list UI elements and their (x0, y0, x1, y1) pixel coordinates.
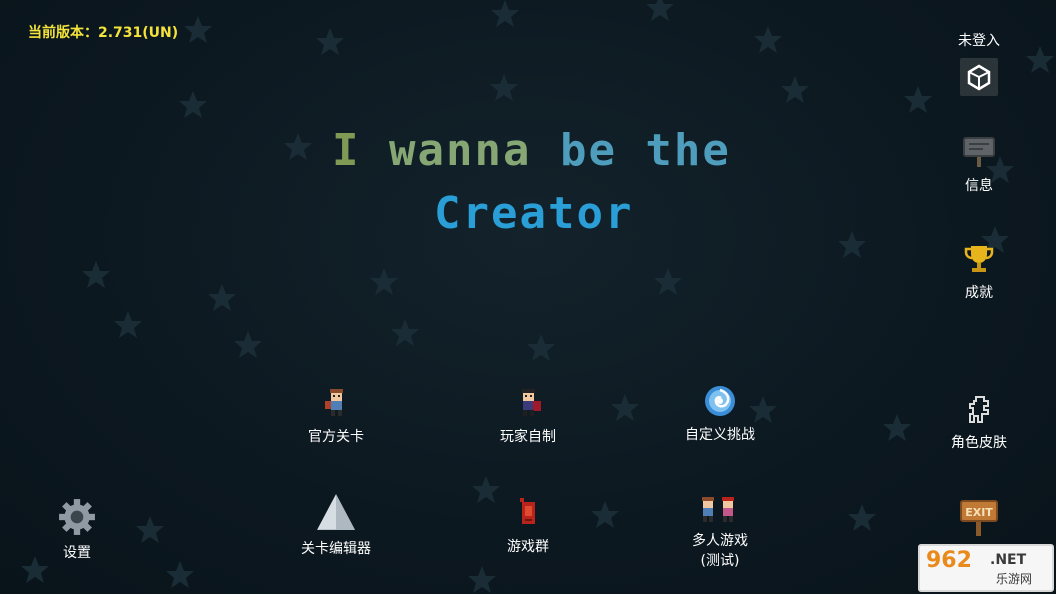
watermark-site: 乐游网 (996, 572, 1033, 586)
title-word-i: I (332, 125, 361, 176)
exit-sign-icon: EXIT (960, 500, 998, 536)
version-label: 当前版本：2.731(UN) (28, 25, 179, 41)
multiplayer-test-label: (测试) (700, 553, 740, 569)
gear-icon (59, 499, 95, 535)
trophy-icon (964, 246, 994, 272)
watermark-logo: 962 .NET 乐游网 (918, 544, 1054, 592)
title-word-be-the: be the (559, 125, 731, 176)
caped-character-icon (522, 389, 541, 416)
unity-logo-icon[interactable] (960, 58, 998, 96)
settings-label: 设置 (63, 545, 91, 561)
achievements-label: 成就 (965, 285, 993, 301)
game-title: I wanna be the Creator (300, 125, 750, 255)
exit-button[interactable]: EXIT (939, 498, 1019, 542)
game-group-button[interactable]: 游戏群 (463, 496, 593, 556)
title-word-wanna: wanna (389, 125, 532, 176)
multiplayer-label: 多人游戏 (692, 533, 748, 549)
achievements-button[interactable]: 成就 (939, 242, 1019, 302)
info-label: 信息 (965, 178, 993, 194)
kid-character-icon (325, 389, 343, 416)
title-line-1: I wanna be the (332, 125, 731, 176)
two-characters-icon (702, 497, 734, 522)
level-editor-button[interactable]: 关卡编辑器 (271, 492, 401, 558)
game-group-label: 游戏群 (507, 539, 549, 555)
login-button[interactable]: 未登入 (939, 30, 1019, 50)
official-levels-label: 官方关卡 (308, 429, 364, 445)
official-levels-button[interactable]: 官方关卡 (271, 386, 401, 446)
swirl-portal-icon (705, 386, 735, 416)
title-word-creator: Creator (434, 188, 634, 239)
level-editor-label: 关卡编辑器 (301, 541, 371, 557)
skins-button[interactable]: 角色皮肤 (939, 392, 1019, 452)
custom-challenge-label: 自定义挑战 (685, 427, 755, 443)
exit-sign-text: EXIT (965, 506, 993, 519)
red-device-icon (520, 498, 535, 524)
signboard-icon (963, 137, 995, 167)
player-made-button[interactable]: 玩家自制 (463, 386, 593, 446)
multiplayer-button[interactable]: 多人游戏 (测试) (655, 494, 785, 570)
skins-label: 角色皮肤 (951, 435, 1007, 451)
character-outline-icon (969, 396, 989, 423)
info-button[interactable]: 信息 (939, 135, 1019, 195)
custom-challenge-button[interactable]: 自定义挑战 (655, 384, 785, 444)
triangle-icon (317, 494, 355, 530)
login-status-label: 未登入 (958, 33, 1000, 49)
watermark-net: .NET (990, 552, 1027, 568)
watermark-962: 962 (926, 548, 972, 573)
settings-button[interactable]: 设置 (12, 498, 142, 562)
player-made-label: 玩家自制 (500, 429, 556, 445)
title-line-2: Creator (434, 188, 633, 239)
